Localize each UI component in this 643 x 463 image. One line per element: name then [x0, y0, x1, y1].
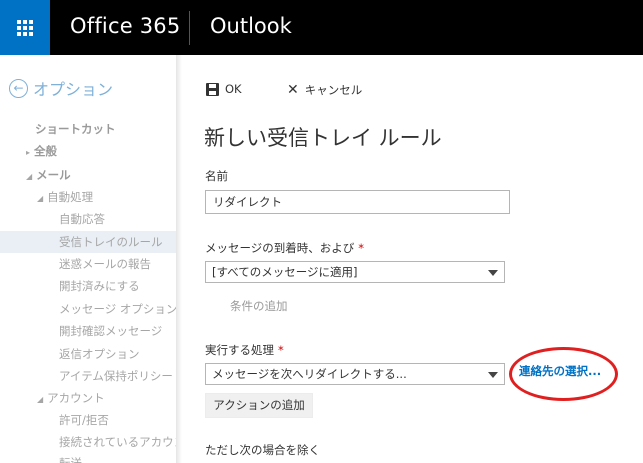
sidebar-item-label: 受信トレイのルール — [59, 235, 163, 249]
sidebar-item-label: 許可/拒否 — [59, 413, 109, 427]
sidebar-item-reply-settings[interactable]: 返信オプション — [59, 343, 140, 365]
sidebar-item-label: 全般 — [34, 144, 58, 158]
brand-title[interactable]: Office 365 — [70, 14, 180, 38]
top-bar: Office 365 Outlook — [0, 0, 643, 55]
sidebar-item-forwarding[interactable]: 転送 — [59, 452, 82, 463]
action-dropdown[interactable]: メッセージを次へリダイレクトする... — [205, 363, 505, 385]
add-action-button[interactable]: アクションの追加 — [205, 393, 313, 418]
condition-label-text: メッセージの到着時、および — [205, 241, 355, 255]
header-divider — [189, 11, 190, 45]
ok-button[interactable]: OK — [206, 82, 242, 96]
sidebar-item-label: 自動処理 — [47, 190, 94, 204]
sidebar-item-block-or-allow[interactable]: 許可/拒否 — [59, 409, 109, 431]
required-mark: * — [358, 241, 365, 255]
options-sidebar: ← オプション ショートカット ▸ 全般 ◢ メール ◢ 自動処理 自動応答 受信トレ… — [0, 55, 176, 463]
close-icon: ✕ — [287, 82, 299, 98]
sidebar-item-label: 自動応答 — [59, 212, 105, 226]
chevron-down-icon — [488, 270, 498, 276]
exception-label: ただし次の場合を除く — [205, 443, 320, 457]
sidebar-item-retention-policies[interactable]: アイテム保持ポリシー — [59, 365, 173, 387]
sidebar-item-automatic-replies[interactable]: 自動応答 — [59, 208, 105, 230]
sidebar-item-label: 返信オプション — [59, 347, 140, 361]
cancel-button[interactable]: ✕ キャンセル — [287, 82, 362, 98]
condition-label: メッセージの到着時、および * — [205, 240, 364, 256]
select-contacts-link[interactable]: 連絡先の選択... — [519, 363, 601, 379]
sidebar-item-mark-as-read[interactable]: 開封済みにする — [59, 275, 140, 297]
rule-editor-panel: OK ✕ キャンセル 新しい受信トレイ ルール 名前 リダイレクト メッセージの… — [176, 55, 643, 463]
ok-label: OK — [225, 82, 242, 96]
condition-selected-value: [すべてのメッセージに適用] — [212, 265, 358, 279]
sidebar-item-mail[interactable]: ◢ メール — [26, 164, 71, 186]
caret-down-icon: ◢ — [37, 395, 44, 404]
sidebar-item-label: アイテム保持ポリシー — [59, 369, 173, 383]
sidebar-item-shortcuts[interactable]: ショートカット — [35, 118, 116, 140]
action-label-text: 実行する処理 — [205, 343, 274, 357]
name-label: 名前 — [205, 169, 228, 183]
caret-right-icon: ▸ — [26, 148, 31, 157]
sidebar-item-label: メール — [36, 168, 71, 182]
app-title[interactable]: Outlook — [210, 14, 292, 38]
caret-down-icon: ◢ — [26, 172, 33, 181]
sidebar-item-connected-accounts[interactable]: 接続されているアカウント — [59, 431, 176, 453]
sidebar-item-label: ショートカット — [35, 122, 116, 136]
condition-dropdown[interactable]: [すべてのメッセージに適用] — [205, 261, 505, 283]
caret-down-icon: ◢ — [37, 194, 44, 203]
app-launcher-button[interactable] — [0, 0, 50, 55]
back-arrow-icon: ← — [9, 78, 28, 98]
chevron-down-icon — [488, 372, 498, 378]
cancel-label: キャンセル — [304, 83, 363, 97]
sidebar-item-label: メッセージ オプション — [59, 302, 176, 316]
sidebar-item-label: アカウント — [47, 391, 105, 405]
sidebar-item-message-options[interactable]: メッセージ オプション — [59, 298, 176, 320]
sidebar-item-label: 開封済みにする — [59, 279, 140, 293]
action-selected-value: メッセージを次へリダイレクトする... — [212, 367, 407, 381]
rule-name-input[interactable]: リダイレクト — [205, 190, 510, 214]
sidebar-item-junk-reporting[interactable]: 迷惑メールの報告 — [59, 253, 151, 275]
sidebar-item-label: 迷惑メールの報告 — [59, 257, 151, 271]
sidebar-item-label: 接続されているアカウント — [59, 435, 176, 449]
back-label: オプション — [33, 80, 114, 99]
page-title: 新しい受信トレイ ルール — [204, 126, 442, 150]
sidebar-item-read-receipts[interactable]: 開封確認メッセージ — [59, 320, 162, 342]
add-condition-link[interactable]: 条件の追加 — [230, 298, 288, 314]
sidebar-item-inbox-rules[interactable]: 受信トレイのルール — [0, 231, 176, 253]
sidebar-item-accounts[interactable]: ◢ アカウント — [37, 387, 105, 409]
sidebar-item-automatic-processing[interactable]: ◢ 自動処理 — [37, 186, 93, 208]
sidebar-item-general[interactable]: ▸ 全般 — [26, 140, 57, 162]
back-to-options-button[interactable]: ← オプション — [9, 76, 113, 100]
required-mark: * — [278, 343, 284, 357]
sidebar-item-label: 開封確認メッセージ — [59, 324, 163, 338]
sidebar-item-label: 転送 — [59, 456, 82, 463]
action-label: 実行する処理 * — [205, 342, 284, 358]
save-icon — [206, 82, 219, 96]
waffle-icon — [17, 19, 33, 36]
